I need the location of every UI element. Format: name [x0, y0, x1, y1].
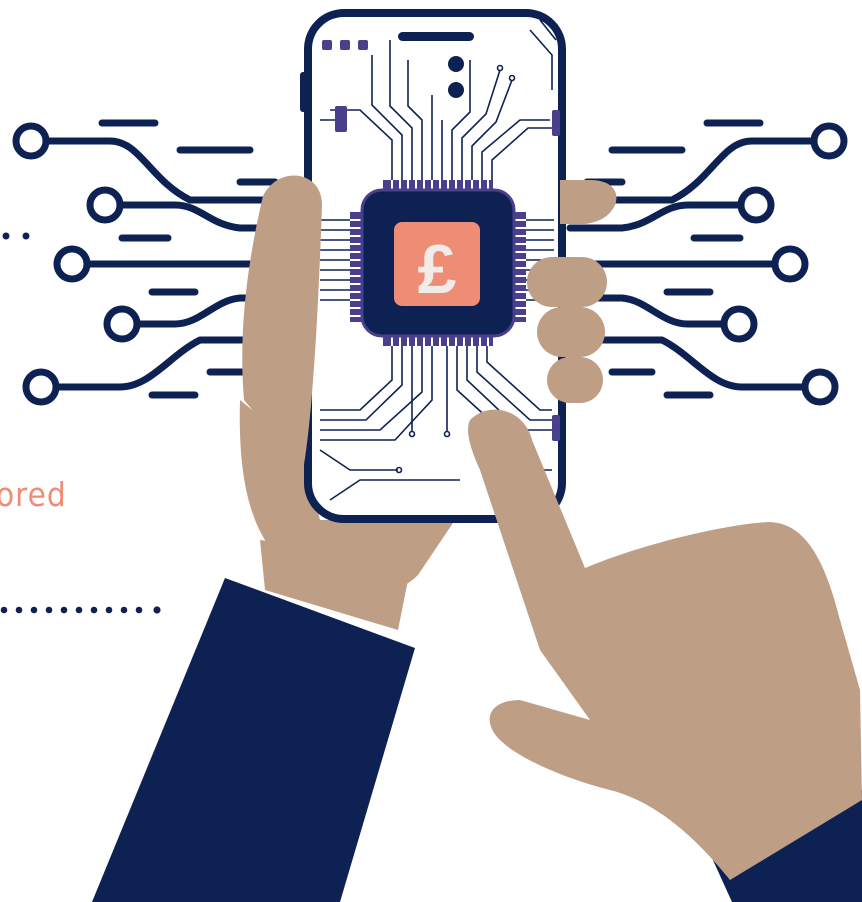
dotted-leader-top — [2, 232, 30, 240]
phone-side-button — [300, 72, 308, 112]
illustration: £ — [0, 9, 862, 902]
phone-camera-icon — [448, 56, 464, 72]
phone-speaker — [398, 32, 474, 41]
left-sleeve — [92, 578, 415, 902]
caption-text-fragment: ored — [0, 475, 67, 514]
right-hand — [468, 409, 862, 880]
status-dots — [322, 40, 368, 50]
phone-sensor — [448, 82, 464, 98]
pound-sterling-icon: £ — [418, 230, 457, 308]
dotted-leader-bottom — [0, 606, 161, 614]
caption-tick: . — [0, 446, 2, 464]
circuit-traces-right — [566, 119, 848, 406]
